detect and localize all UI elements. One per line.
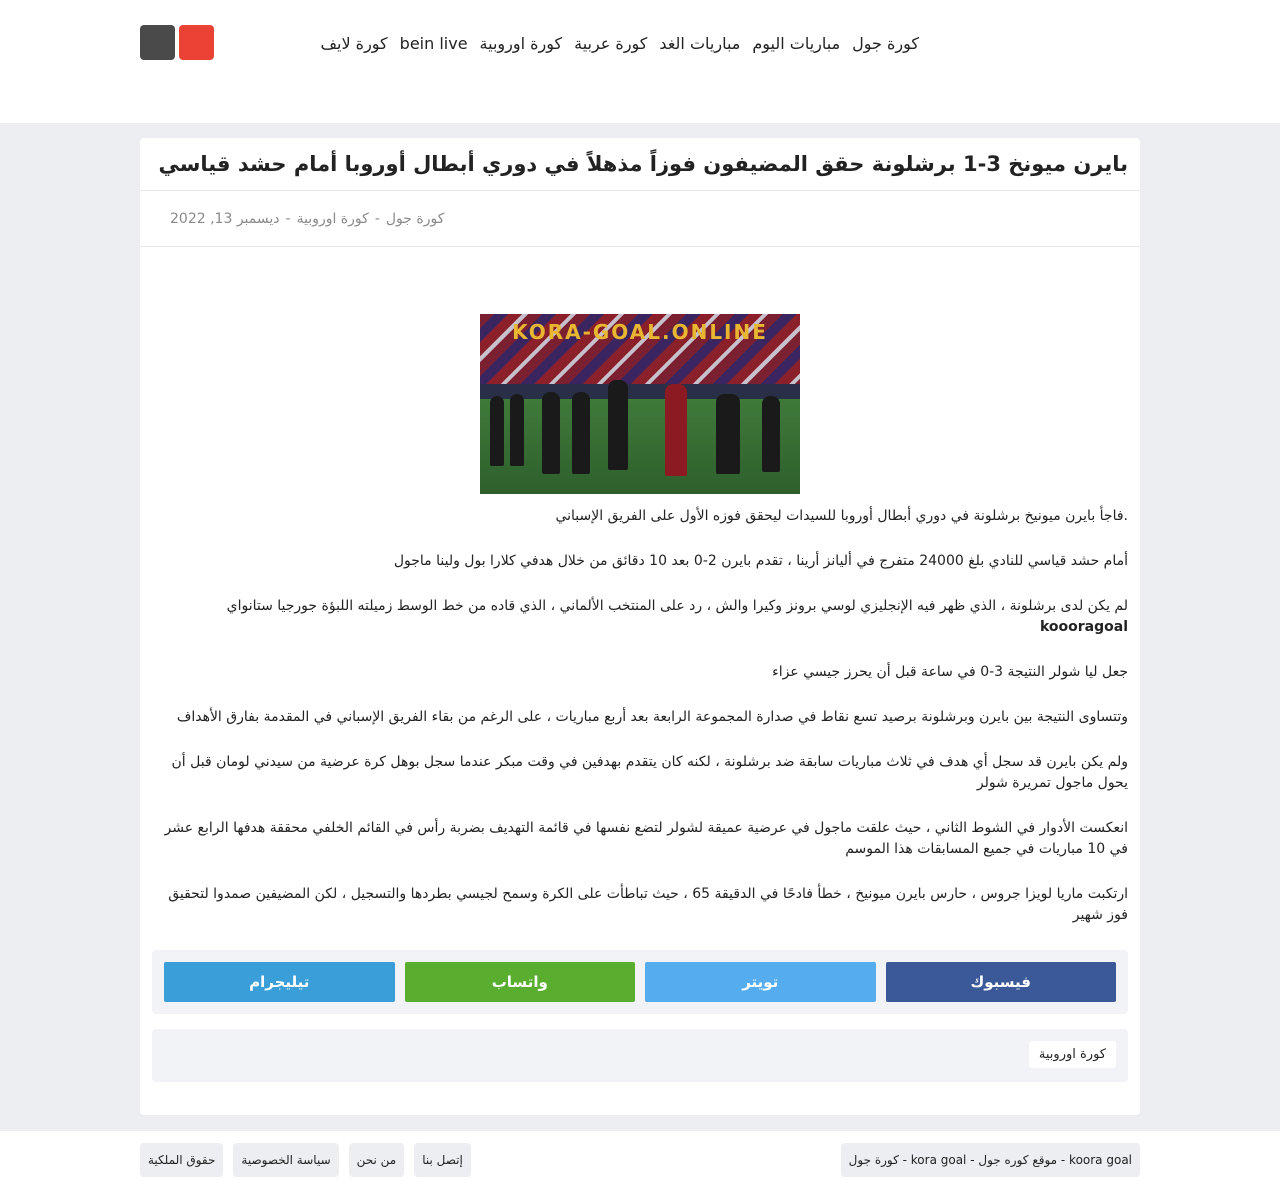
footer-link-copyright[interactable]: حقوق الملكية [140,1143,224,1177]
header-buttons [140,25,214,60]
nav-item-today-matches[interactable]: مباريات اليوم [752,34,840,53]
nav-item-tomorrow-matches[interactable]: مباريات الغد [659,34,740,53]
image-player [665,384,687,476]
nav-item-bein-live[interactable]: bein live [400,34,468,53]
article-paragraph: أمام حشد قياسي للنادي بلغ 24000 متفرج في… [393,553,1128,569]
image-player [608,380,628,470]
image-player [510,394,524,466]
image-player [716,394,740,474]
article-paragraph-text: لم يكن لدى برشلونة ، الذي ظهر فيه الإنجل… [226,598,1128,614]
share-bar: فيسبوك تويتر واتساب تيليجرام [152,950,1128,1014]
article-strong-text: koooragoal [1039,619,1128,635]
footer-copyright: koora goal - موقع كوره جول - kora goal -… [840,1143,1140,1177]
footer-link-about[interactable]: من نحن [348,1143,405,1177]
image-watermark: KORA-GOAL.ONLINE [512,320,768,344]
tags-box: كورة اوروبية [152,1029,1128,1082]
article-card: بايرن ميونخ 3-1 برشلونة حقق المضيفون فوز… [140,138,1140,1115]
share-twitter-button[interactable]: تويتر [645,962,876,1002]
footer-link-contact[interactable]: إتصل بنا [414,1143,471,1177]
article-image: KORA-GOAL.ONLINE [480,314,800,494]
article-paragraph: ولم يكن بايرن قد سجل أي هدف في ثلاث مبار… [171,754,1128,791]
site-header: كورة جول مباريات اليوم مباريات الغد كورة… [0,0,1280,123]
image-pitch [480,399,800,494]
menu-button[interactable] [179,25,214,60]
tag-link[interactable]: كورة اوروبية [1028,1041,1116,1068]
site-footer: koora goal - موقع كوره جول - kora goal -… [0,1131,1280,1189]
article-meta: كورة جول - كورة اوروبية - ديسمبر 13, 202… [140,191,1140,247]
nav-item-kora-live[interactable]: كورة لايف [320,34,387,53]
article-paragraph: ارتكبت ماريا لويزا جروس ، حارس بايرن ميو… [168,886,1128,923]
image-player [572,392,590,474]
meta-date: ديسمبر 13, 2022 [170,211,280,227]
article-paragraph: انعكست الأدوار في الشوط الثاني ، حيث علق… [164,820,1128,857]
meta-separator: - [285,211,291,227]
article-paragraph: جعل ليا شولر النتيجة 3-0 في ساعة قبل أن … [772,664,1128,680]
main-area: بايرن ميونخ 3-1 برشلونة حقق المضيفون فوز… [0,123,1280,1131]
meta-site-link[interactable]: كورة جول [386,211,445,246]
nav-item-european-football[interactable]: كورة اوروبية [480,34,563,53]
main-nav: كورة جول مباريات اليوم مباريات الغد كورة… [320,34,919,53]
share-whatsapp-button[interactable]: واتساب [404,962,635,1002]
footer-links: إتصل بنا من نحن سياسة الخصوصية حقوق المل… [140,1143,471,1177]
image-player [762,396,780,472]
footer-link-privacy[interactable]: سياسة الخصوصية [233,1143,339,1177]
meta-category-link[interactable]: كورة اوروبية [297,211,369,246]
image-player [490,396,504,466]
article-paragraph: لم يكن لدى برشلونة ، الذي ظهر فيه الإنجل… [152,596,1128,638]
nav-item-kora-goal[interactable]: كورة جول [852,34,919,53]
share-facebook-button[interactable]: فيسبوك [885,962,1116,1002]
meta-separator: - [374,211,380,227]
image-player [542,392,560,474]
nav-item-arab-football[interactable]: كورة عربية [574,34,647,53]
article-paragraph: .فاجأ بايرن ميونيخ برشلونة في دوري أبطال… [555,508,1128,524]
article-title: بايرن ميونخ 3-1 برشلونة حقق المضيفون فوز… [140,138,1140,191]
share-telegram-button[interactable]: تيليجرام [164,962,395,1002]
article-body: .فاجأ بايرن ميونيخ برشلونة في دوري أبطال… [140,494,1140,926]
article-paragraph: وتتساوى النتيجة بين بايرن وبرشلونة برصيد… [176,709,1128,725]
dark-mode-button[interactable] [140,25,175,60]
